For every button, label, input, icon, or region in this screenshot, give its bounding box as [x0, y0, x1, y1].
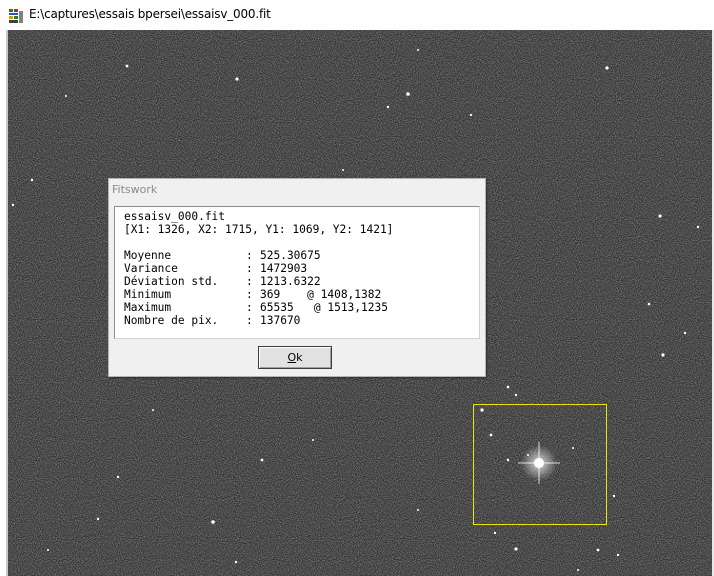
dialog-title: Fitswork	[112, 183, 158, 196]
stat-value: 525.30675	[260, 249, 321, 262]
stat-value: 1213.6322	[260, 275, 321, 288]
stat-row-maximum: Maximum:65535 @ 1513,1235	[124, 301, 388, 314]
stat-row-minimum: Minimum:369 @ 1408,1382	[124, 288, 382, 301]
stat-label: Variance	[124, 262, 178, 275]
stat-value: 137670	[260, 314, 301, 327]
stat-row-variance: Variance:1472903	[124, 262, 308, 275]
statistics-text-area: essaisv_000.fit [X1: 1326, X2: 1715, Y1:…	[114, 206, 480, 339]
fitswork-app-icon[interactable]	[8, 8, 24, 24]
stat-row-pixel-count: Nombre de pix.:137670	[124, 314, 301, 327]
window-left-frame	[0, 30, 8, 576]
region-coordinates: [X1: 1326, X2: 1715, Y1: 1069, Y2: 1421]	[124, 223, 394, 236]
stat-row-mean: Moyenne:525.30675	[124, 249, 321, 262]
stat-label: Nombre de pix.	[124, 314, 219, 327]
ok-button[interactable]: Ok	[258, 346, 332, 369]
stat-label: Moyenne	[124, 249, 172, 262]
stat-label: Minimum	[124, 288, 172, 301]
window-titlebar: E:\captures\essais bpersei\essaisv_000.f…	[0, 0, 714, 30]
stat-value: 65535 @ 1513,1235	[260, 301, 388, 314]
stat-value: 1472903	[260, 262, 308, 275]
statistics-dialog: Fitswork essaisv_000.fit [X1: 1326, X2: …	[108, 178, 486, 377]
selection-rectangle[interactable]	[473, 404, 607, 525]
ok-label-rest: k	[296, 350, 303, 364]
stat-value: 369 @ 1408,1382	[260, 288, 382, 301]
stat-label: Maximum	[124, 301, 172, 314]
window-title: E:\captures\essais bpersei\essaisv_000.f…	[29, 7, 271, 21]
file-name: essaisv_000.fit	[124, 210, 226, 223]
ok-mnemonic: O	[287, 350, 297, 364]
stat-label: Déviation std.	[124, 275, 219, 288]
stat-row-std-deviation: Déviation std.:1213.6322	[124, 275, 321, 288]
